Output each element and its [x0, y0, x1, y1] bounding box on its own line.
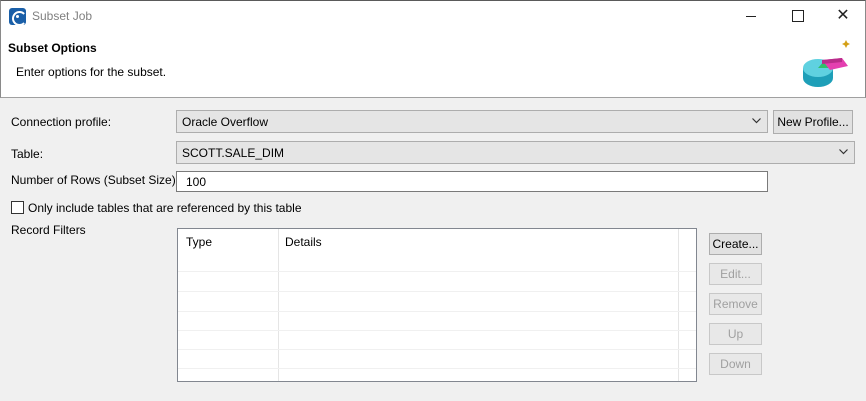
table-row — [178, 349, 696, 350]
table-value: SCOTT.SALE_DIM — [182, 146, 285, 160]
pie-chart-database-icon — [803, 40, 850, 87]
connection-profile-select[interactable]: Oracle Overflow — [176, 110, 768, 133]
table-row — [178, 330, 696, 331]
table-row — [178, 271, 696, 272]
edit-filter-button[interactable]: Edit... — [709, 263, 762, 285]
record-filters-table[interactable]: Type Details — [177, 228, 697, 382]
window-title: Subset Job — [32, 9, 93, 23]
rows-label: Number of Rows (Subset Size): — [11, 173, 180, 187]
move-up-button[interactable]: Up — [709, 323, 762, 345]
remove-filter-button[interactable]: Remove — [709, 293, 762, 315]
connection-profile-label: Connection profile: — [11, 115, 112, 129]
page-title: Subset Options — [8, 41, 97, 55]
app-icon — [9, 8, 27, 26]
table-label: Table: — [11, 147, 44, 161]
column-header-type[interactable]: Type — [186, 235, 212, 249]
chevron-down-icon — [752, 118, 761, 124]
table-row — [178, 368, 696, 369]
rows-input[interactable]: 100 — [176, 171, 768, 192]
minimize-button[interactable] — [728, 1, 774, 30]
only-referenced-label: Only include tables that are referenced … — [28, 201, 302, 215]
column-divider — [278, 229, 279, 381]
record-filters-label: Record Filters — [11, 223, 86, 237]
maximize-button[interactable] — [774, 1, 820, 30]
connection-profile-value: Oracle Overflow — [182, 115, 269, 129]
table-row — [178, 311, 696, 312]
new-profile-button[interactable]: New Profile... — [773, 110, 853, 134]
column-divider — [678, 229, 679, 381]
table-select[interactable]: SCOTT.SALE_DIM — [176, 141, 855, 164]
column-header-details[interactable]: Details — [285, 235, 322, 249]
title-bar: Subset Job ✕ — [0, 0, 866, 30]
page-description: Enter options for the subset. — [16, 65, 167, 79]
create-filter-button[interactable]: Create... — [709, 233, 762, 255]
table-row — [178, 291, 696, 292]
chevron-down-icon — [839, 149, 848, 155]
wizard-header: Subset Options Enter options for the sub… — [0, 30, 866, 98]
only-referenced-checkbox[interactable] — [11, 201, 24, 214]
move-down-button[interactable]: Down — [709, 353, 762, 375]
close-button[interactable]: ✕ — [820, 1, 866, 30]
